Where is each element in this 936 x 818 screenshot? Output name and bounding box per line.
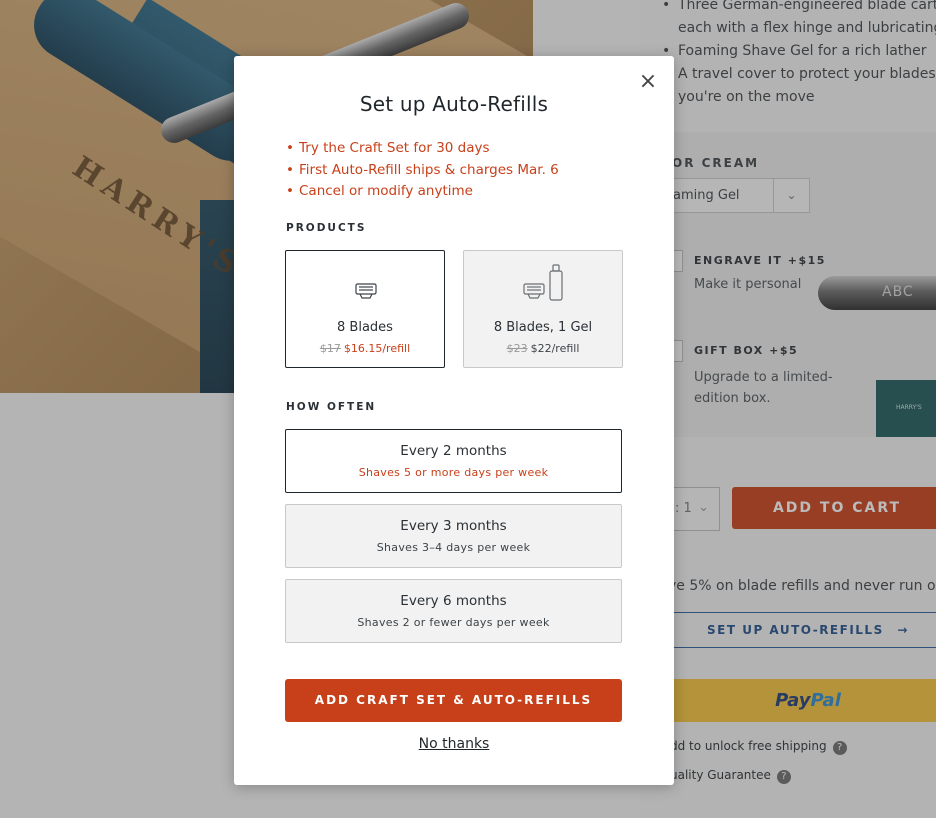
product-option-8-blades[interactable]: 8 Blades $17 $16.15/refill <box>285 250 445 368</box>
products-label: PRODUCTS <box>286 222 367 234</box>
product-price: $23 $22/refill <box>464 342 622 355</box>
frequency-option-2-months[interactable]: Every 2 months Shaves 5 or more days per… <box>285 429 622 493</box>
frequency-option-3-months[interactable]: Every 3 months Shaves 3–4 days per week <box>285 504 622 568</box>
frequency-title: Every 3 months <box>400 518 507 534</box>
benefit-item: Try the Craft Set for 30 days <box>286 138 559 160</box>
original-price: $17 <box>319 342 341 355</box>
modal-benefits-list: Try the Craft Set for 30 days First Auto… <box>286 138 559 203</box>
original-price: $23 <box>506 342 528 355</box>
frequency-desc: Shaves 3–4 days per week <box>376 541 531 554</box>
frequency-title: Every 6 months <box>400 593 507 609</box>
blade-and-gel-icon <box>464 264 622 303</box>
product-option-blades-and-gel[interactable]: 8 Blades, 1 Gel $23 $22/refill <box>463 250 623 368</box>
frequency-desc: Shaves 2 or fewer days per week <box>357 616 550 629</box>
benefit-item: First Auto-Refill ships & charges Mar. 6 <box>286 160 559 182</box>
frequency-option-6-months[interactable]: Every 6 months Shaves 2 or fewer days pe… <box>285 579 622 643</box>
auto-refill-modal: × Set up Auto-Refills Try the Craft Set … <box>234 56 674 785</box>
blade-cartridge-icon <box>286 271 444 303</box>
product-name: 8 Blades <box>337 320 393 335</box>
refill-price: $16.15/refill <box>343 342 411 355</box>
no-thanks-link[interactable]: No thanks <box>234 736 674 752</box>
frequency-label: HOW OFTEN <box>286 401 377 413</box>
refill-price: $22/refill <box>530 342 580 355</box>
frequency-title: Every 2 months <box>400 443 507 459</box>
benefit-item: Cancel or modify anytime <box>286 181 559 203</box>
product-price: $17 $16.15/refill <box>286 342 444 355</box>
frequency-desc: Shaves 5 or more days per week <box>358 466 549 479</box>
product-name: 8 Blades, 1 Gel <box>493 320 593 335</box>
close-icon[interactable]: × <box>638 71 658 93</box>
modal-title: Set up Auto-Refills <box>359 92 549 116</box>
add-craft-set-button[interactable]: ADD CRAFT SET & AUTO-REFILLS <box>285 679 622 722</box>
